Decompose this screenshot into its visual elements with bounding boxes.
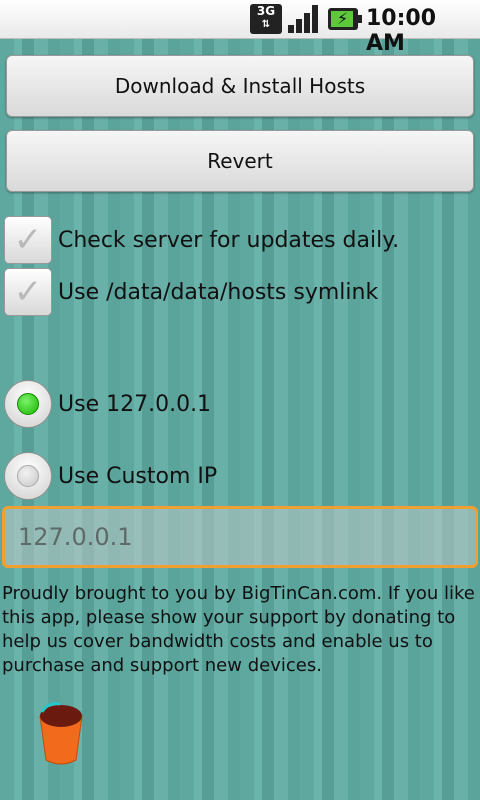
symlink-checkbox[interactable]: ✓ — [4, 268, 52, 316]
tin-can-icon[interactable] — [38, 702, 84, 766]
use-localhost-row[interactable]: Use 127.0.0.1 — [4, 380, 211, 428]
use-custom-ip-row[interactable]: Use Custom IP — [4, 452, 217, 500]
check-icon: ✓ — [13, 220, 43, 260]
network-activity-icon: ⇅ — [261, 19, 271, 30]
network-3g-icon: 3G ⇅ — [250, 4, 282, 34]
symlink-row[interactable]: ✓ Use /data/data/hosts symlink — [4, 268, 378, 316]
use-localhost-radio[interactable] — [4, 380, 52, 428]
status-time: 10:00 AM — [366, 6, 437, 56]
check-updates-row[interactable]: ✓ Check server for updates daily. — [4, 216, 399, 264]
download-install-hosts-button[interactable]: Download & Install Hosts — [6, 55, 474, 117]
radio-selected-indicator — [17, 393, 39, 415]
battery-charging-icon: ⚡ — [328, 8, 362, 30]
use-custom-ip-radio[interactable] — [4, 452, 52, 500]
signal-icon — [288, 5, 322, 33]
support-blurb: Proudly brought to you by BigTinCan.com.… — [2, 583, 475, 676]
network-type-label: 3G — [256, 4, 276, 18]
check-updates-checkbox[interactable]: ✓ — [4, 216, 52, 264]
status-bar: 3G ⇅ ⚡ 10:00 AM — [0, 0, 480, 56]
use-custom-ip-label: Use Custom IP — [58, 463, 218, 489]
use-localhost-label: Use 127.0.0.1 — [58, 391, 212, 417]
custom-ip-input[interactable] — [2, 506, 478, 568]
check-updates-label: Check server for updates daily. — [58, 227, 400, 253]
check-icon: ✓ — [13, 272, 43, 312]
radio-unselected-indicator — [17, 465, 39, 487]
revert-button[interactable]: Revert — [6, 130, 474, 192]
symlink-label: Use /data/data/hosts symlink — [58, 279, 379, 305]
